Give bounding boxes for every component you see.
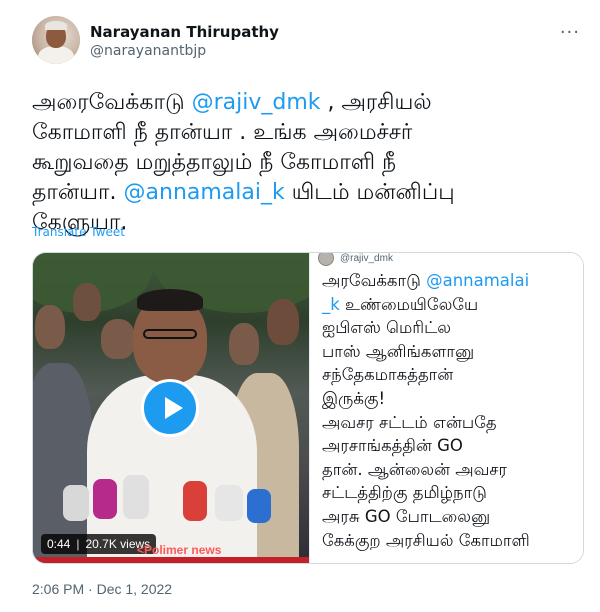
quoted-line: சட்டத்திற்கு தமிழ்நாடு xyxy=(322,483,487,503)
text-segment: உண்மையிலேயே xyxy=(339,294,479,314)
video-speaker-hair xyxy=(137,289,203,311)
media-card: 0:44 | 20.7K views <Polimer news @rajiv_… xyxy=(32,252,584,564)
quoted-line: ஐபிஎஸ் மெரிட்ல xyxy=(322,318,451,338)
tweet-text: அரைவேக்காடு @rajiv_dmk , அரசியல் கோமாளி … xyxy=(32,88,562,238)
translate-tweet-link[interactable]: Translate Tweet xyxy=(32,225,125,239)
quoted-line: தான். ஆன்லைன் அவசர xyxy=(322,459,508,479)
avatar-shirt xyxy=(38,46,74,64)
text-segment: அரைவேக்காடு xyxy=(32,90,192,115)
tweet-line-4: தான்யா. @annamalai_k யிடம் மன்னிப்பு xyxy=(32,178,562,208)
quoted-line: அரசாங்கத்தின் GO xyxy=(322,436,463,456)
quoted-tweet[interactable]: @rajiv_dmk அரவேக்காடு @annamalai _k உண்ம… xyxy=(309,253,583,563)
news-channel-logo: <Polimer news xyxy=(137,543,222,557)
badge-separator: | xyxy=(76,537,80,551)
video-bystander-head xyxy=(229,323,259,365)
more-icon[interactable]: ··· xyxy=(560,22,580,43)
author-handle[interactable]: @narayanantbjp xyxy=(90,42,279,61)
video-microphone xyxy=(247,489,271,523)
quoted-header: @rajiv_dmk xyxy=(318,253,393,266)
quoted-line: இருக்கு! xyxy=(322,388,386,408)
author-names: Narayanan Thirupathy @narayanantbjp xyxy=(90,22,279,61)
play-button[interactable] xyxy=(141,379,199,437)
mention-link[interactable]: _k xyxy=(322,295,340,314)
author-display-name[interactable]: Narayanan Thirupathy xyxy=(90,22,279,42)
text-segment: தான்யா. xyxy=(32,180,124,205)
video-microphone xyxy=(63,485,89,521)
tweet-timestamp[interactable]: 2:06 PM · Dec 1, 2022 xyxy=(32,581,172,597)
play-icon xyxy=(165,397,183,419)
quoted-line: அரசு GO போடலைனு xyxy=(322,506,491,526)
video-player[interactable]: 0:44 | 20.7K views <Polimer news xyxy=(33,253,309,563)
mention-link[interactable]: @annamalai xyxy=(426,271,529,290)
video-bystander-head xyxy=(35,305,65,349)
quoted-line: _k உண்மையிலேயே xyxy=(322,293,583,317)
video-bystander-head xyxy=(267,299,299,345)
video-duration: 0:44 xyxy=(47,537,71,551)
avatar-hair xyxy=(45,21,67,30)
tweet: Narayanan Thirupathy @narayanantbjp ··· … xyxy=(0,0,600,612)
tweet-line-1: அரைவேக்காடு @rajiv_dmk , அரசியல் xyxy=(32,88,562,118)
quoted-text: அரவேக்காடு @annamalai _k உண்மையிலேயே ஐபி… xyxy=(322,269,583,552)
author-avatar[interactable] xyxy=(32,16,80,64)
quoted-handle: @rajiv_dmk xyxy=(340,253,393,264)
tweet-line-3: கூறுவதை மறுத்தாலும் நீ கோமாளி நீ xyxy=(32,150,397,175)
video-bystander-head xyxy=(101,319,135,359)
video-microphone xyxy=(93,479,117,519)
quoted-line: பாஸ் ஆனிங்களானு xyxy=(322,341,475,361)
tweet-header: Narayanan Thirupathy @narayanantbjp ··· xyxy=(32,16,580,72)
quoted-line: அரவேக்காடு @annamalai xyxy=(322,269,583,293)
quoted-line: அவசர சட்டம் என்பதே xyxy=(322,412,497,432)
text-segment: அரவேக்காடு xyxy=(322,271,427,290)
video-microphone xyxy=(183,481,207,521)
news-ticker-bar xyxy=(33,557,309,563)
video-speaker-glasses xyxy=(143,329,197,339)
text-segment: , அரசியல் xyxy=(320,90,432,115)
video-bystander xyxy=(33,363,93,563)
mention-link[interactable]: @annamalai_k xyxy=(124,180,285,205)
video-microphone xyxy=(215,485,243,521)
mention-link[interactable]: @rajiv_dmk xyxy=(192,90,321,115)
quoted-avatar xyxy=(318,253,334,266)
video-microphone xyxy=(123,475,149,519)
tweet-line-2: கோமாளி நீ தான்யா . உங்க அமைச்சர் xyxy=(32,120,413,145)
video-bystander-head xyxy=(73,283,101,321)
quoted-line: கேக்குற அரசியல் கோமாளி xyxy=(322,530,530,550)
quoted-line: சந்தேகமாகத்தான் xyxy=(322,365,454,385)
text-segment: யிடம் மன்னிப்பு xyxy=(284,180,455,205)
